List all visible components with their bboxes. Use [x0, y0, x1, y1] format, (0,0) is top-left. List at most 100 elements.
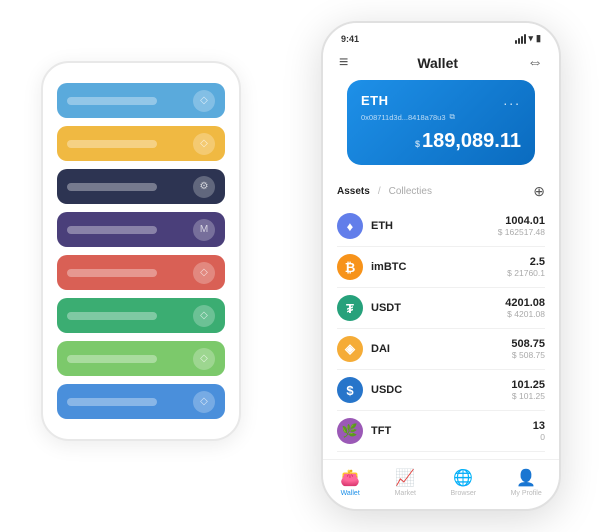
asset-name-eth: ETH — [371, 220, 393, 232]
asset-icon-dai: ◈ — [337, 336, 363, 362]
row-bar — [67, 355, 157, 363]
eth-card-header: ETH ... — [361, 92, 521, 108]
wallet-row-6[interactable]: ◇ — [57, 341, 225, 376]
asset-amount-dai: 508.75 — [511, 338, 545, 350]
wallet-row-2[interactable]: ⚙ — [57, 169, 225, 204]
tab-separator: / — [378, 186, 381, 197]
asset-icon-eth: ♦ — [337, 213, 363, 239]
asset-icon-imbtc: ₿ — [337, 254, 363, 280]
main-phone: 9:41 ▾ ▮ ≡ Wallet ⇔ — [321, 21, 561, 511]
signal-icon — [515, 34, 526, 44]
wifi-icon: ▾ — [529, 33, 534, 44]
asset-right: 101.25 $ 101.25 — [511, 379, 545, 401]
wallet-row-7[interactable]: ◇ — [57, 384, 225, 419]
phone-content: ETH ... 0x08711d3d...8418a78u3 ⧉ $189,08… — [323, 80, 559, 459]
eth-card[interactable]: ETH ... 0x08711d3d...8418a78u3 ⧉ $189,08… — [347, 80, 535, 165]
asset-item-dai[interactable]: ◈ DAI 508.75 $ 508.75 — [337, 329, 545, 370]
menu-icon[interactable]: ≡ — [339, 54, 348, 72]
asset-left: ♦ ETH — [337, 213, 393, 239]
status-bar: 9:41 ▾ ▮ — [323, 23, 559, 48]
row-bar — [67, 97, 157, 105]
eth-options[interactable]: ... — [503, 92, 521, 108]
asset-left: 🌿 TFT — [337, 418, 391, 444]
status-icons: ▾ ▮ — [515, 33, 541, 44]
nav-icon-market: 📈 — [395, 468, 415, 488]
row-bar — [67, 183, 157, 191]
eth-address: 0x08711d3d...8418a78u3 ⧉ — [361, 112, 521, 122]
bottom-nav: 👛 Wallet 📈 Market 🌐 Browser 👤 My Profile — [323, 459, 559, 509]
asset-name-dai: DAI — [371, 343, 390, 355]
asset-item-usdc[interactable]: $ USDC 101.25 $ 101.25 — [337, 370, 545, 411]
tab-assets[interactable]: Assets — [337, 186, 370, 197]
asset-right: 2.5 $ 21760.1 — [507, 256, 545, 278]
asset-amount-tft: 13 — [533, 420, 545, 432]
background-phone: ◇ ◇ ⚙ M ◇ ◇ ◇ ◇ — [41, 61, 241, 441]
add-asset-button[interactable]: ⊕ — [533, 183, 545, 200]
row-icon: ⚙ — [193, 176, 215, 198]
asset-usd-eth: $ 162517.48 — [498, 227, 545, 237]
asset-icon-usdc: $ — [337, 377, 363, 403]
asset-right: 1004.01 $ 162517.48 — [498, 215, 545, 237]
row-icon: ◇ — [193, 262, 215, 284]
asset-left: ◈ DAI — [337, 336, 390, 362]
assets-header: Assets / Collecties ⊕ — [323, 183, 559, 206]
asset-left: $ USDC — [337, 377, 402, 403]
row-icon: ◇ — [193, 391, 215, 413]
asset-item-eth[interactable]: ♦ ETH 1004.01 $ 162517.48 — [337, 206, 545, 247]
row-icon: ◇ — [193, 305, 215, 327]
asset-usd-tft: 0 — [533, 432, 545, 442]
nav-item-wallet[interactable]: 👛 Wallet — [340, 468, 360, 497]
nav-item-market[interactable]: 📈 Market — [395, 468, 416, 497]
asset-usd-usdt: $ 4201.08 — [505, 309, 545, 319]
wallet-row-4[interactable]: ◇ — [57, 255, 225, 290]
asset-name-usdt: USDT — [371, 302, 401, 314]
row-bar — [67, 398, 157, 406]
row-bar — [67, 269, 157, 277]
asset-name-imbtc: imBTC — [371, 261, 406, 273]
wallet-row-1[interactable]: ◇ — [57, 126, 225, 161]
asset-amount-eth: 1004.01 — [498, 215, 545, 227]
wallet-row-3[interactable]: M — [57, 212, 225, 247]
tab-collecties[interactable]: Collecties — [389, 186, 432, 197]
row-icon: ◇ — [193, 90, 215, 112]
eth-balance: $189,089.11 — [361, 130, 521, 153]
nav-icon-wallet: 👛 — [340, 468, 360, 488]
scene: ◇ ◇ ⚙ M ◇ ◇ ◇ ◇ 9:41 — [41, 21, 561, 511]
asset-left: ₿ imBTC — [337, 254, 406, 280]
asset-right: 508.75 $ 508.75 — [511, 338, 545, 360]
nav-bar: ≡ Wallet ⇔ — [323, 48, 559, 80]
asset-usd-dai: $ 508.75 — [511, 350, 545, 360]
asset-item-tft[interactable]: 🌿 TFT 13 0 — [337, 411, 545, 452]
time-display: 9:41 — [341, 34, 359, 44]
nav-item-browser[interactable]: 🌐 Browser — [450, 468, 476, 497]
asset-usd-usdc: $ 101.25 — [511, 391, 545, 401]
nav-label-market: Market — [395, 490, 416, 497]
asset-amount-imbtc: 2.5 — [507, 256, 545, 268]
asset-right: 13 0 — [533, 420, 545, 442]
assets-tabs: Assets / Collecties — [337, 186, 432, 197]
row-bar — [67, 226, 157, 234]
row-bar — [67, 140, 157, 148]
page-title: Wallet — [417, 55, 458, 71]
asset-amount-usdc: 101.25 — [511, 379, 545, 391]
wallet-row-0[interactable]: ◇ — [57, 83, 225, 118]
asset-item-imbtc[interactable]: ₿ imBTC 2.5 $ 21760.1 — [337, 247, 545, 288]
expand-icon[interactable]: ⇔ — [527, 54, 543, 72]
row-icon: ◇ — [193, 133, 215, 155]
asset-usd-imbtc: $ 21760.1 — [507, 268, 545, 278]
copy-icon[interactable]: ⧉ — [450, 112, 455, 122]
asset-item-usdt[interactable]: ₮ USDT 4201.08 $ 4201.08 — [337, 288, 545, 329]
eth-label: ETH — [361, 93, 389, 108]
row-bar — [67, 312, 157, 320]
asset-icon-usdt: ₮ — [337, 295, 363, 321]
nav-icon-my profile: 👤 — [516, 468, 536, 488]
wallet-row-5[interactable]: ◇ — [57, 298, 225, 333]
asset-amount-usdt: 4201.08 — [505, 297, 545, 309]
asset-list: ♦ ETH 1004.01 $ 162517.48 ₿ imBTC 2.5 $ … — [323, 206, 559, 459]
asset-left: ₮ USDT — [337, 295, 401, 321]
asset-right: 4201.08 $ 4201.08 — [505, 297, 545, 319]
nav-item-my-profile[interactable]: 👤 My Profile — [511, 468, 542, 497]
nav-icon-browser: 🌐 — [453, 468, 473, 488]
asset-icon-tft: 🌿 — [337, 418, 363, 444]
asset-name-usdc: USDC — [371, 384, 402, 396]
